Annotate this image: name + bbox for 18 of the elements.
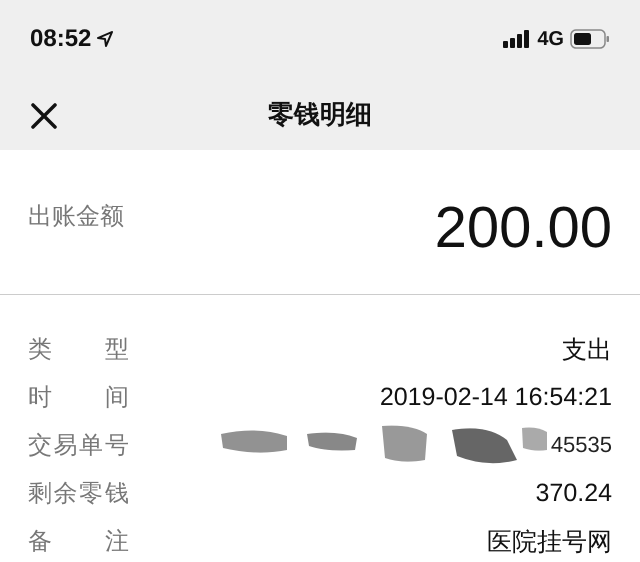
detail-label: 剩余零钱 xyxy=(28,478,129,509)
detail-label: 交易单号 xyxy=(28,430,129,461)
detail-value: 2019-02-14 16:54:21 xyxy=(380,382,612,412)
detail-label: 类型 xyxy=(28,334,129,365)
signal-icon xyxy=(503,30,532,48)
detail-value: 支出 xyxy=(562,334,612,366)
battery-icon xyxy=(570,29,610,49)
detail-value: 医院挂号网 xyxy=(487,526,612,558)
detail-label: 备注 xyxy=(28,526,129,557)
amount-label: 出账金额 xyxy=(28,201,124,232)
detail-value: 370.24 xyxy=(536,478,612,508)
detail-label: 时间 xyxy=(28,382,129,413)
page-title: 零钱明细 xyxy=(268,98,372,132)
location-arrow-icon xyxy=(97,31,114,47)
network-label: 4G xyxy=(537,28,564,50)
amount-value: 200.00 xyxy=(434,194,612,261)
status-time: 08:52 xyxy=(30,25,92,53)
detail-value: 45535 xyxy=(550,432,612,458)
